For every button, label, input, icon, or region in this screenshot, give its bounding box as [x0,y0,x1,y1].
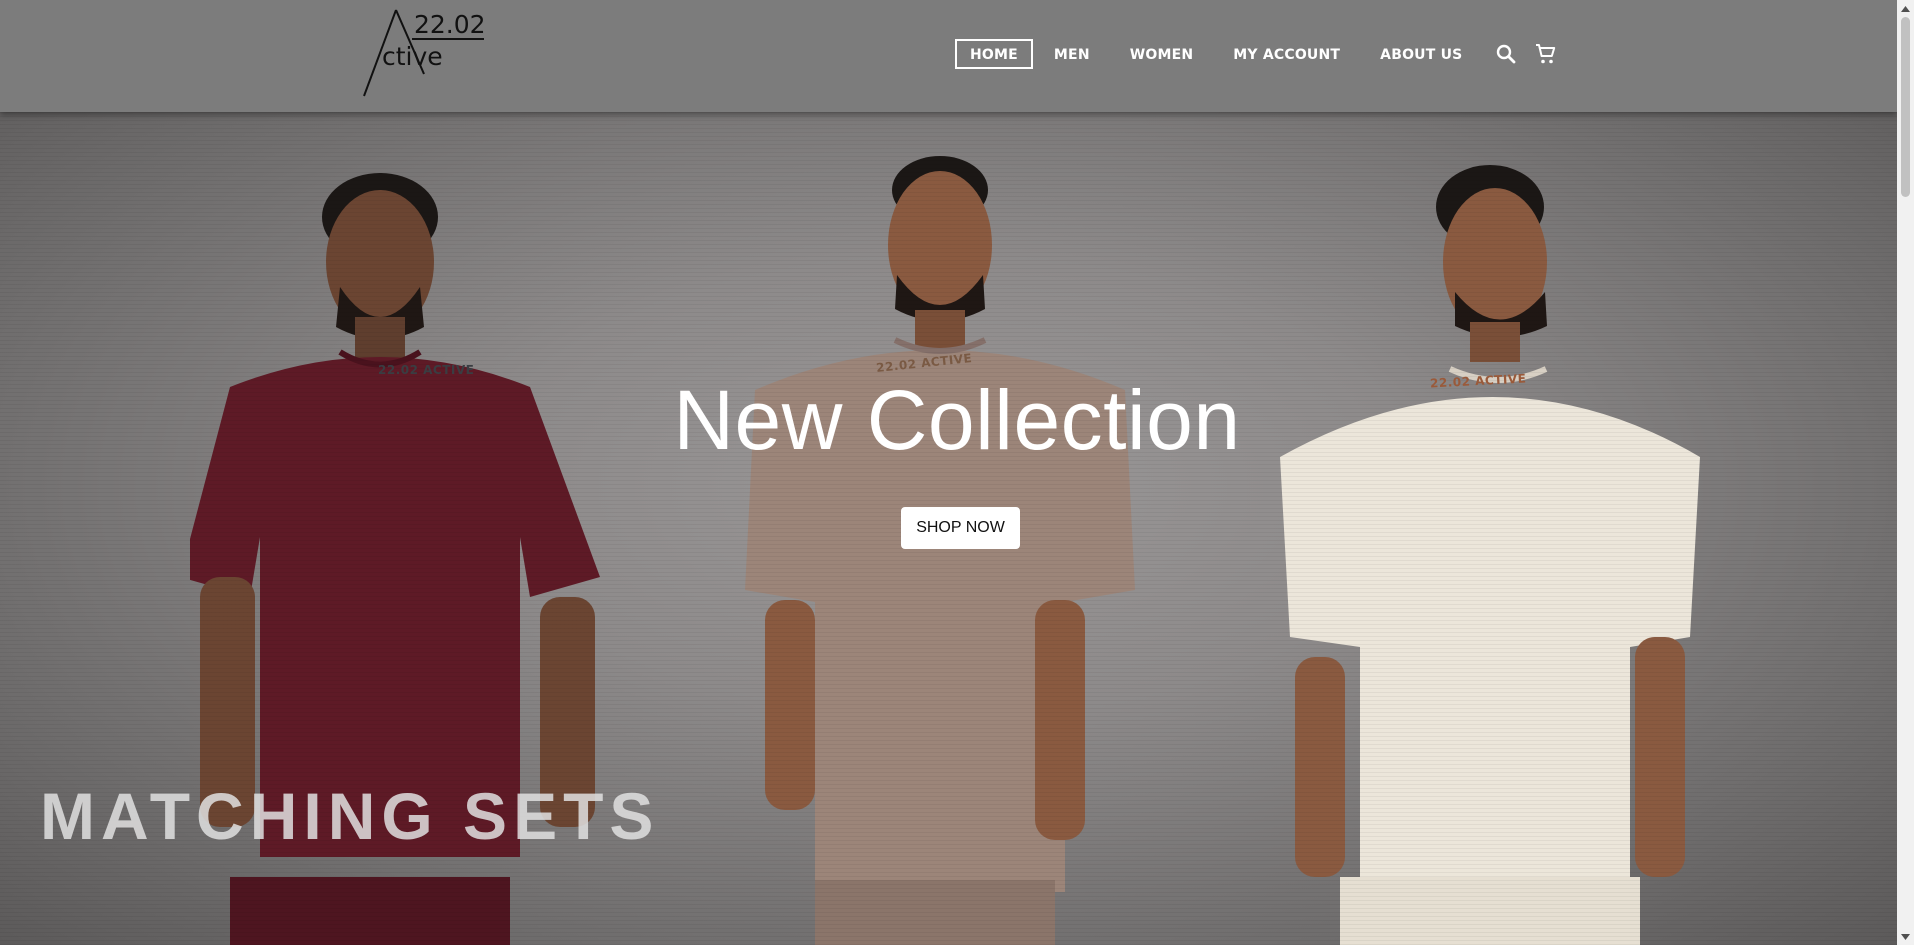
search-button[interactable] [1492,39,1520,69]
shop-now-button[interactable]: SHOP NOW [901,507,1020,549]
nav-about-us[interactable]: ABOUT US [1368,39,1474,69]
vertical-scrollbar[interactable] [1897,0,1914,945]
scroll-down-arrow[interactable] [1897,928,1914,945]
scroll-thumb[interactable] [1901,17,1910,197]
caret-down-icon [1901,933,1910,940]
nav-men[interactable]: MEN [1042,39,1102,69]
site-header: 22.02 ctive HOME MEN WOMEN MY ACCOUNT AB… [0,0,1897,112]
search-icon [1497,44,1516,64]
matching-sets-banner-text: MATCHING SETS [40,779,660,853]
logo-word: ctive [382,42,443,71]
nav-home[interactable]: HOME [955,39,1033,69]
nav-women[interactable]: WOMEN [1118,39,1206,69]
caret-up-icon [1901,5,1910,12]
scroll-up-arrow[interactable] [1897,0,1914,17]
logo-number: 22.02 [414,10,486,39]
cart-button[interactable] [1532,39,1560,69]
main-nav: HOME MEN WOMEN MY ACCOUNT ABOUT US [955,39,1560,69]
brand-logo[interactable]: 22.02 ctive [356,6,496,100]
model-image-cream [1260,157,1730,945]
cart-icon [1536,44,1556,64]
nav-my-account[interactable]: MY ACCOUNT [1221,39,1352,69]
hero-title: New Collection [673,373,1241,467]
